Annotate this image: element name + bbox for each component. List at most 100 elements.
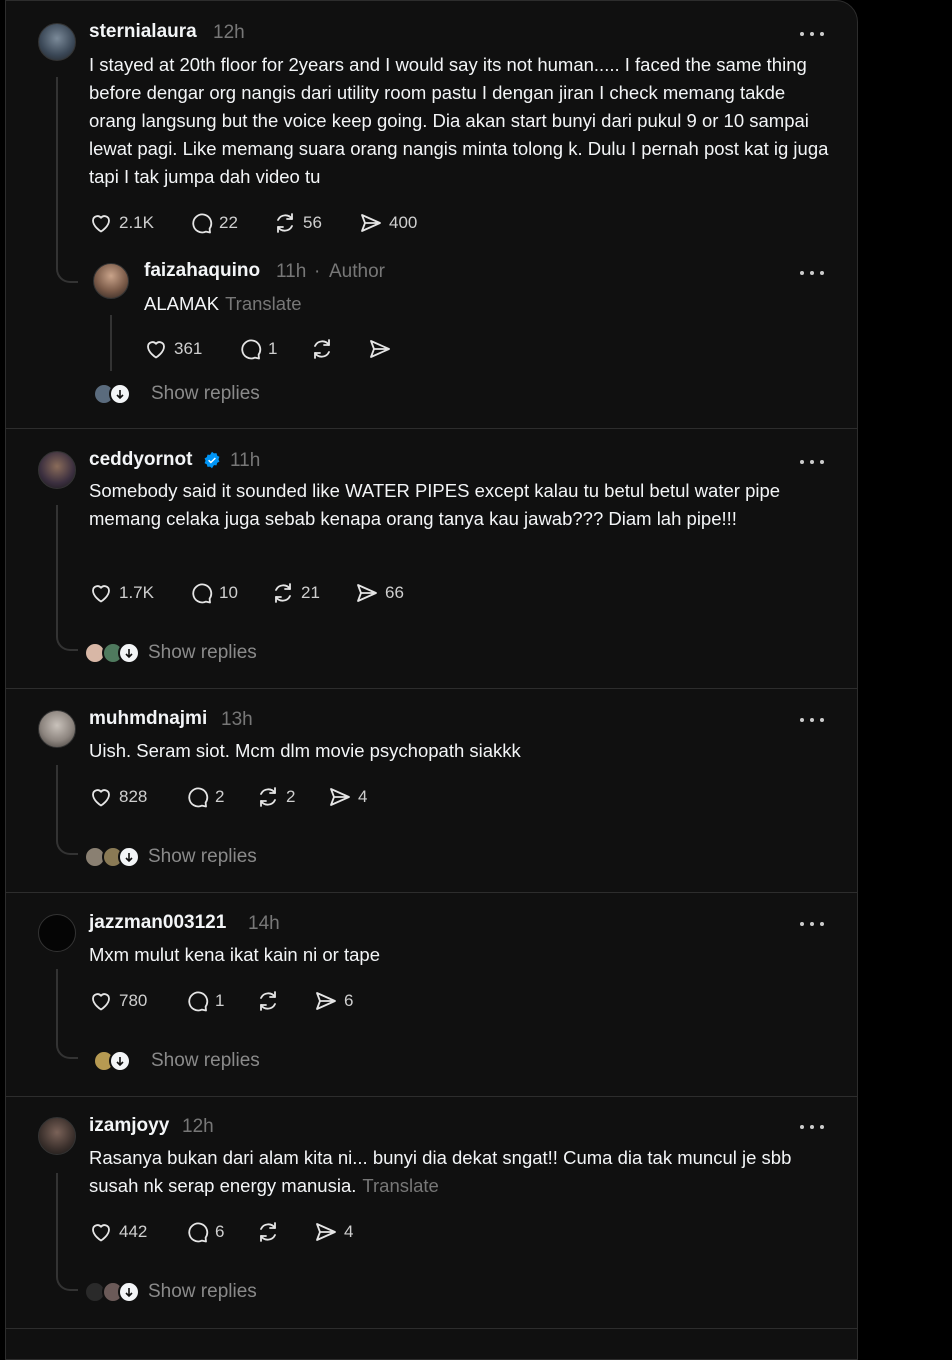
timestamp[interactable]: 12h (182, 1116, 214, 1138)
reply-text: ALAMAK Translate (144, 290, 857, 318)
avatar[interactable] (38, 914, 76, 952)
avatar[interactable] (38, 710, 76, 748)
thread-line (56, 505, 58, 631)
comment-button[interactable]: 1 (185, 987, 224, 1015)
show-replies-button[interactable]: Show replies (84, 639, 257, 667)
timestamp[interactable]: 11h (230, 450, 260, 472)
username[interactable]: sternialaura (89, 21, 197, 43)
show-replies-button[interactable]: Show replies (84, 1278, 257, 1306)
show-replies-label: Show replies (151, 1050, 260, 1071)
avatar[interactable] (38, 23, 76, 61)
comment-button[interactable]: 1 (238, 335, 277, 363)
arrow-down-icon (109, 383, 131, 405)
like-count: 442 (119, 1222, 148, 1241)
comment-count: 6 (215, 1222, 225, 1241)
show-replies-button[interactable]: Show replies (93, 380, 260, 408)
repost-button[interactable] (256, 987, 286, 1015)
comment-count: 22 (219, 213, 238, 232)
comment-button[interactable]: 2 (185, 783, 224, 811)
share-button[interactable]: 4 (314, 1218, 353, 1246)
post-text-content: Rasanya bukan dari alam kita ni... bunyi… (89, 1147, 792, 1196)
share-icon (330, 788, 350, 806)
repost-button[interactable]: 56 (273, 209, 322, 237)
share-icon (370, 340, 390, 358)
more-icon[interactable] (800, 457, 826, 467)
like-button[interactable]: 442 (89, 1218, 147, 1246)
show-replies-label: Show replies (148, 1281, 257, 1302)
author-tag: Author (329, 261, 385, 282)
more-icon[interactable] (800, 268, 826, 278)
comment-count: 2 (215, 787, 225, 806)
like-button[interactable]: 780 (89, 987, 147, 1015)
share-button[interactable]: 6 (314, 987, 353, 1015)
repost-icon (260, 787, 276, 807)
comment-icon (188, 787, 209, 808)
comment-button[interactable]: 10 (189, 579, 238, 607)
like-count: 780 (119, 991, 148, 1010)
show-replies-button[interactable]: Show replies (93, 1047, 260, 1075)
username[interactable]: faizahaquino (144, 260, 260, 282)
more-icon[interactable] (800, 1122, 826, 1132)
heart-icon (92, 993, 110, 1011)
translate-link[interactable]: Translate (362, 1175, 438, 1196)
share-count: 4 (358, 787, 368, 806)
timestamp[interactable]: 12h (213, 22, 245, 44)
like-count: 828 (119, 787, 148, 806)
show-replies-button[interactable]: Show replies (84, 843, 257, 871)
more-icon[interactable] (800, 919, 826, 929)
avatar[interactable] (38, 1117, 76, 1155)
reply-avatars (84, 1281, 146, 1303)
thread-connector (56, 833, 78, 855)
repost-button[interactable] (310, 335, 340, 363)
repost-count: 2 (286, 787, 296, 806)
timestamp[interactable]: 14h (248, 913, 280, 935)
like-count: 1.7K (119, 583, 154, 602)
like-count: 361 (174, 339, 203, 358)
show-replies-label: Show replies (151, 383, 260, 404)
comment-icon (188, 991, 209, 1012)
like-button[interactable]: 828 (89, 783, 147, 811)
timestamp[interactable]: 11h (276, 261, 306, 283)
comment-button[interactable]: 22 (189, 209, 238, 237)
like-button[interactable]: 1.7K (89, 579, 154, 607)
post-text: Somebody said it sounded like WATER PIPE… (89, 480, 781, 529)
post-text: Uish. Seram siot. Mcm dlm movie psychopa… (89, 740, 521, 761)
avatar[interactable] (38, 451, 76, 489)
username[interactable]: izamjoyy (89, 1115, 169, 1137)
separator: · (314, 261, 321, 282)
share-count: 66 (385, 583, 404, 602)
share-button[interactable] (368, 335, 398, 363)
show-replies-label: Show replies (148, 846, 257, 867)
like-button[interactable]: 361 (144, 335, 202, 363)
thread-line (110, 315, 112, 371)
comment-icon (192, 213, 213, 234)
username[interactable]: ceddyornot (89, 449, 192, 471)
more-icon[interactable] (800, 715, 826, 725)
like-button[interactable]: 2.1K (89, 209, 154, 237)
heart-icon (92, 1224, 110, 1242)
avatar[interactable] (93, 263, 129, 299)
repost-icon (314, 339, 330, 359)
share-count: 400 (389, 213, 418, 232)
repost-button[interactable]: 21 (271, 579, 320, 607)
repost-icon (260, 1222, 276, 1242)
thread-connector (56, 1037, 78, 1059)
translate-link[interactable]: Translate (225, 293, 301, 314)
more-icon[interactable] (800, 29, 826, 39)
share-button[interactable]: 4 (328, 783, 367, 811)
reply-post: jazzman003121 14h Mxm mulut kena ikat ka… (6, 893, 857, 1097)
repost-button[interactable]: 2 (256, 783, 295, 811)
heart-icon (92, 789, 110, 807)
username[interactable]: jazzman003121 (89, 912, 226, 934)
repost-count: 21 (301, 583, 320, 602)
reply-avatars (84, 642, 146, 664)
username[interactable]: muhmdnajmi (89, 708, 207, 730)
comment-icon (241, 339, 262, 360)
comment-icon (188, 1222, 209, 1243)
share-button[interactable]: 66 (355, 579, 404, 607)
share-button[interactable]: 400 (359, 209, 417, 237)
repost-button[interactable] (256, 1218, 286, 1246)
comment-button[interactable]: 6 (185, 1218, 224, 1246)
reply-avatars (93, 383, 141, 405)
timestamp[interactable]: 13h (221, 709, 253, 731)
